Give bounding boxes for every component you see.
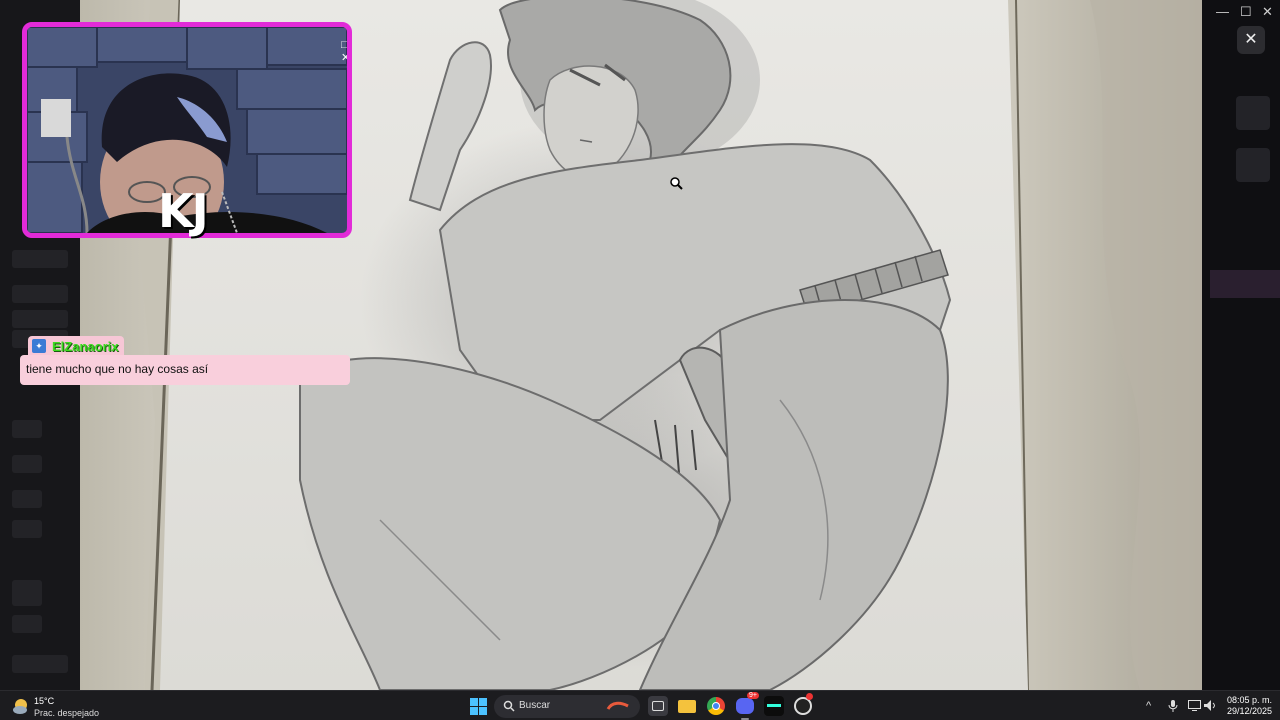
weather-description: Prac. despejado bbox=[34, 708, 100, 718]
chat-message: tiene mucho que no hay cosas así bbox=[20, 355, 350, 385]
discord-icon[interactable]: 9+ bbox=[735, 692, 759, 720]
moon-cloud-icon bbox=[13, 699, 27, 714]
weather-widget[interactable]: 15°C Prac. despejado bbox=[12, 695, 122, 719]
file-explorer-icon[interactable] bbox=[677, 696, 697, 716]
discord-badge: 9+ bbox=[747, 692, 759, 699]
volume-icon[interactable] bbox=[1204, 700, 1217, 711]
windows-start-icon[interactable] bbox=[470, 698, 487, 715]
task-view-icon[interactable] bbox=[648, 696, 668, 716]
viewer-close-button[interactable]: ✕ bbox=[1237, 26, 1265, 54]
clock-time: 08:05 p. m. bbox=[1226, 695, 1272, 705]
obs-icon[interactable] bbox=[793, 693, 813, 716]
sparkle-badge-icon: ✦ bbox=[32, 339, 46, 353]
search-placeholder: Buscar bbox=[519, 700, 551, 711]
search-highlight-icon bbox=[606, 701, 629, 710]
taskbar-search[interactable]: Buscar bbox=[494, 695, 640, 718]
zoom-cursor-icon bbox=[670, 177, 683, 190]
weather-temperature: 15°C bbox=[34, 696, 55, 706]
channel-logo: KJ bbox=[158, 184, 209, 238]
chat-username-tag: ✦ ElZanaorix bbox=[28, 336, 125, 356]
terminal-icon[interactable] bbox=[764, 696, 784, 716]
window-close-button[interactable]: ✕ bbox=[1262, 4, 1273, 20]
right-ghost-2 bbox=[1236, 148, 1270, 182]
maximize-button[interactable]: ☐ bbox=[1240, 4, 1252, 20]
system-clock[interactable]: 08:05 p. m. 29/12/2025 bbox=[1222, 695, 1272, 717]
right-ghost-3 bbox=[1210, 270, 1280, 298]
right-ghost-1 bbox=[1236, 96, 1270, 130]
taskbar: 15°C Prac. despejado Buscar 9+ ^ 08:05 p… bbox=[0, 690, 1280, 720]
minimize-button[interactable]: — bbox=[1216, 4, 1229, 20]
microphone-icon[interactable] bbox=[1168, 700, 1178, 712]
tray-overflow-icon[interactable]: ^ bbox=[1146, 700, 1151, 712]
chrome-icon[interactable] bbox=[706, 696, 726, 716]
cam-window-controls: □ ✕ bbox=[341, 39, 351, 64]
clock-date: 29/12/2025 bbox=[1226, 706, 1272, 716]
display-icon[interactable] bbox=[1188, 700, 1201, 711]
search-icon bbox=[503, 700, 515, 712]
chat-username: ElZanaorix bbox=[52, 339, 119, 354]
